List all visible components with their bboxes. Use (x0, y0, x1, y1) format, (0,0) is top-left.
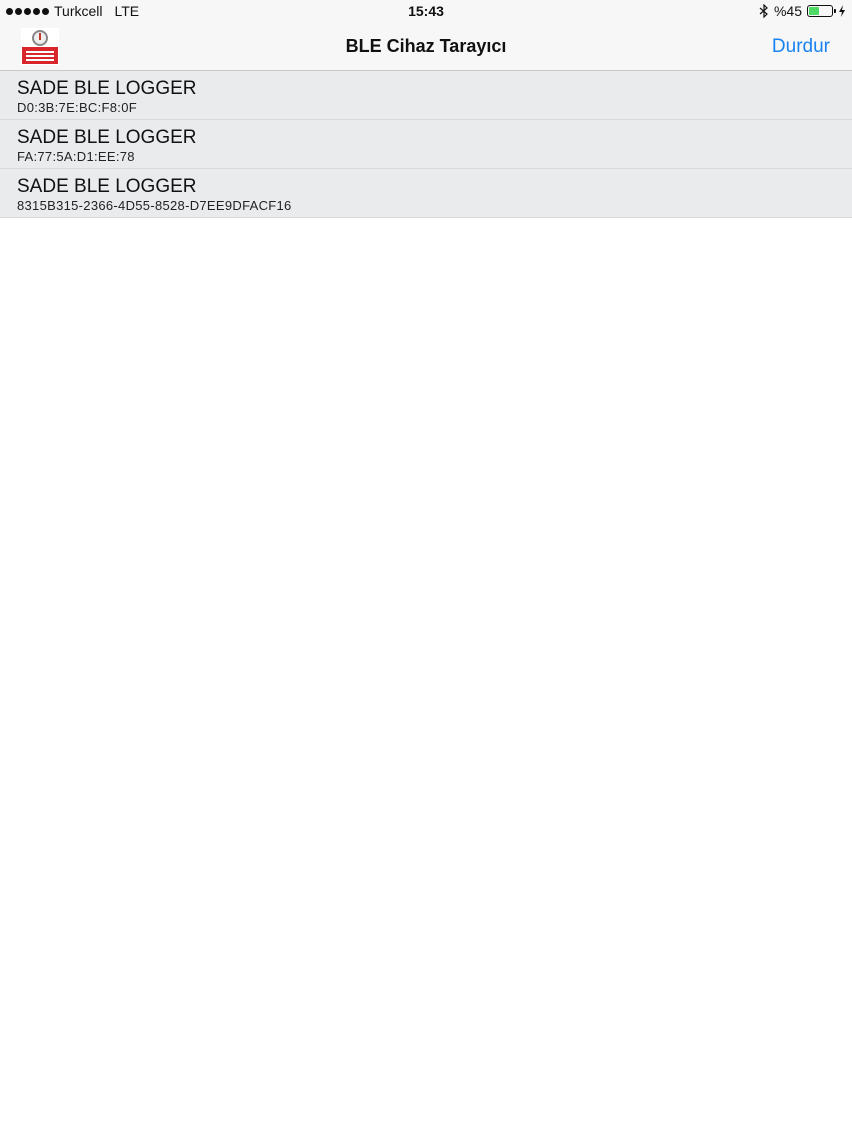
page-title: BLE Cihaz Tarayıcı (345, 36, 507, 56)
device-identifier: 8315B315-2366-4D55-8528-D7EE9DFACF16 (17, 198, 292, 213)
device-name: SADE BLE LOGGER (17, 127, 197, 148)
status-time: 15:43 (408, 3, 444, 19)
charging-bolt-icon (839, 5, 845, 17)
navigation-bar: BLE Cihaz Tarayıcı Durdur (0, 22, 852, 71)
status-bar: Turkcell LTE 15:43 %45 (0, 0, 852, 22)
battery-icon (807, 5, 836, 17)
device-name: SADE BLE LOGGER (17, 176, 197, 197)
bluetooth-icon (759, 4, 768, 18)
device-name: SADE BLE LOGGER (17, 78, 197, 99)
device-row[interactable]: SADE BLE LOGGER D0:3B:7E:BC:F8:0F (0, 71, 852, 120)
device-list: SADE BLE LOGGER D0:3B:7E:BC:F8:0F SADE B… (0, 71, 852, 218)
device-row[interactable]: SADE BLE LOGGER 8315B315-2366-4D55-8528-… (0, 169, 852, 218)
status-right: %45 (759, 0, 846, 22)
battery-level-fill (809, 7, 819, 15)
battery-percent: %45 (773, 3, 802, 19)
device-identifier: D0:3B:7E:BC:F8:0F (17, 100, 137, 115)
device-row[interactable]: SADE BLE LOGGER FA:77:5A:D1:EE:78 (0, 120, 852, 169)
stop-scan-button[interactable]: Durdur (772, 22, 830, 71)
device-identifier: FA:77:5A:D1:EE:78 (17, 149, 135, 164)
